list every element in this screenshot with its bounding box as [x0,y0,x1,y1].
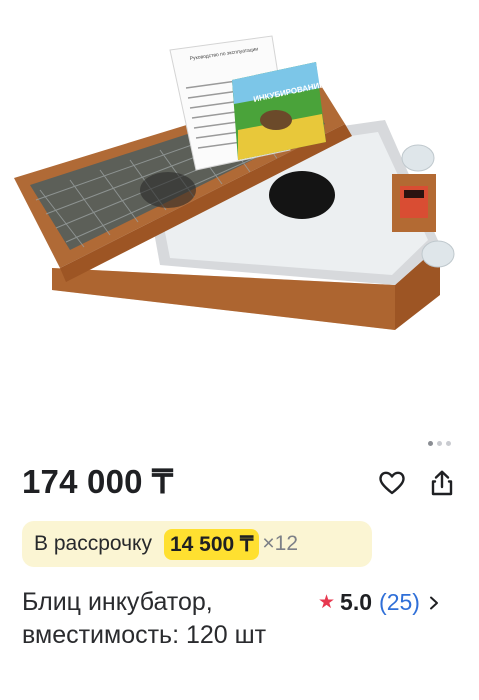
product-photo-incubator: Руководство по эксплуатации ИНКУБИРОВАНИ… [14,35,455,330]
rating-score: 5.0 [340,589,373,615]
chevron-right-icon [429,596,438,609]
pagination-dot[interactable] [446,441,451,446]
installment-amount: 14 500 ₸ [163,528,260,560]
product-image-gallery[interactable]: Руководство по эксплуатации ИНКУБИРОВАНИ… [0,0,479,430]
reviews-count-link[interactable]: (25) [379,589,420,616]
product-title: Блиц инкубатор, вместимость: 120 шт [22,588,267,649]
product-price: 174 000 ₸ [22,463,174,500]
installment-label: В рассрочку [34,532,152,555]
pagination-dot-active[interactable] [428,441,433,446]
star-icon: ★ [318,592,336,613]
share-button[interactable] [427,468,457,498]
gallery-pagination [428,441,451,446]
favorite-button[interactable] [377,468,407,498]
lid-hole [269,171,335,219]
share-icon [431,470,453,496]
rating-summary[interactable]: ★ 5.0 (25) [318,586,439,619]
installment-banner[interactable]: В рассрочку 14 500 ₸ ×12 [22,521,372,567]
installment-multiplier: ×12 [262,532,299,555]
pagination-dot[interactable] [437,441,442,446]
heart-icon [379,471,405,495]
